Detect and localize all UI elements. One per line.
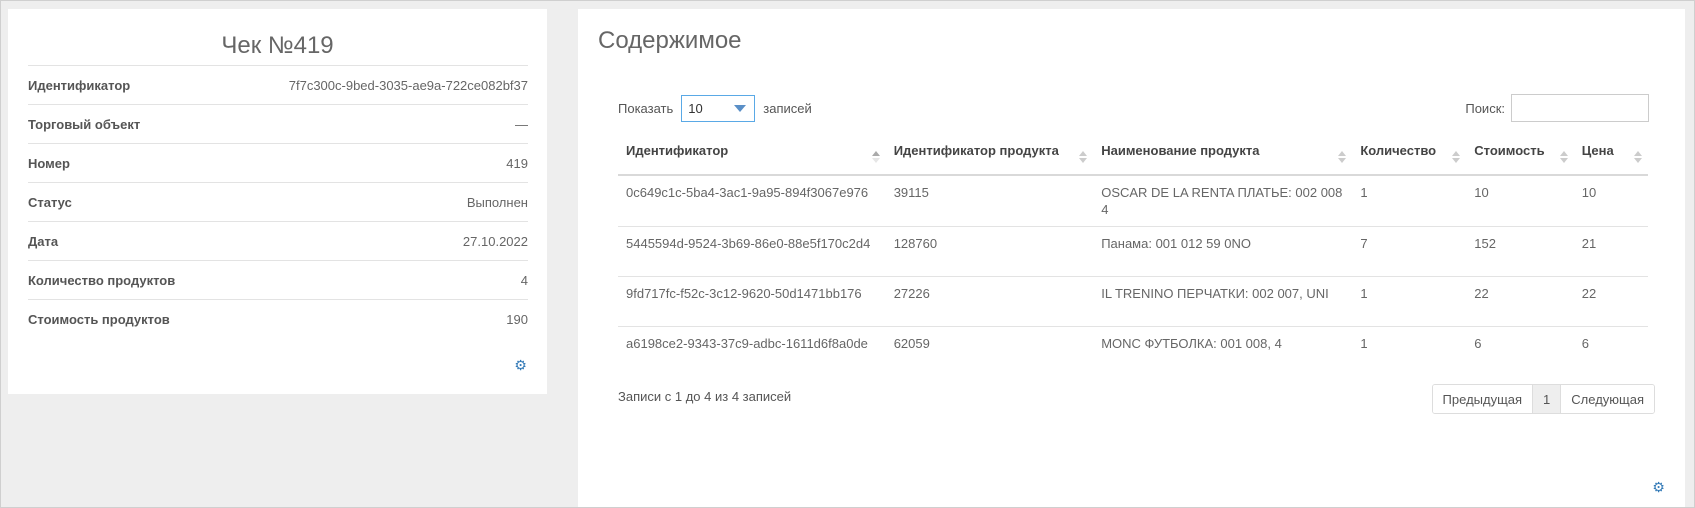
property-value: 27.10.2022 <box>462 233 528 249</box>
column-header-label: Идентификатор <box>626 143 729 158</box>
table-row: 9fd717fc-f52c-3c12-9620-50d1471bb176 272… <box>618 276 1648 327</box>
cell-id: a6198ce2-9343-37c9-adbc-1611d6f8a0de <box>618 326 886 377</box>
next-page-button[interactable]: Следующая <box>1561 385 1654 413</box>
property-value: 419 <box>506 155 528 171</box>
column-header-product-id[interactable]: Идентификатор продукта <box>885 137 1094 176</box>
cell-cost: 152 <box>1466 226 1574 277</box>
sort-icon <box>1338 151 1347 163</box>
pagination: Предыдущая 1 Следующая <box>1431 384 1655 414</box>
property-row-number: Номер 419 <box>28 143 528 182</box>
cell-product-name: Панама: 001 012 59 0NO <box>1093 226 1353 277</box>
cell-cost: 6 <box>1466 326 1574 377</box>
table-row: 0c649c1c-5ba4-3ac1-9a95-894f3067e976 391… <box>618 175 1648 227</box>
property-value: — <box>515 116 528 132</box>
cell-cost: 22 <box>1466 276 1574 327</box>
receipt-properties: Идентификатор 7f7c300c-9bed-3035-ae9a-72… <box>28 65 528 338</box>
cell-quantity: 1 <box>1352 276 1467 327</box>
sort-icon <box>871 151 880 163</box>
prev-page-button[interactable]: Предыдущая <box>1432 385 1533 413</box>
column-header-product-name[interactable]: Наименование продукта <box>1093 137 1353 176</box>
column-header-label: Цена <box>1581 143 1614 158</box>
column-header-price[interactable]: Цена <box>1573 137 1648 176</box>
property-label: Дата <box>28 233 59 249</box>
page-length-value: 10 <box>688 101 703 116</box>
show-label: Показать <box>618 101 674 116</box>
cell-product-id: 62059 <box>885 326 1094 377</box>
property-label: Статус <box>28 194 72 210</box>
cell-price: 6 <box>1573 326 1648 377</box>
cell-price: 10 <box>1581 185 1597 200</box>
property-label: Идентификатор <box>28 77 131 93</box>
cell-product-name: OSCAR DE LA RENTA ПЛАТЬЕ: 002 008 4 <box>1101 185 1343 217</box>
column-header-label: Наименование продукта <box>1101 143 1260 158</box>
property-row-product-count: Количество продуктов 4 <box>28 260 528 299</box>
chevron-down-icon <box>734 105 747 112</box>
section-title: Содержимое <box>598 27 742 54</box>
cell-cost: 10 <box>1474 185 1489 200</box>
property-row-id: Идентификатор 7f7c300c-9bed-3035-ae9a-72… <box>28 65 528 104</box>
cell-id: 5445594d-9524-3b69-86e0-88e5f170c2d4 <box>618 226 886 277</box>
receipt-card: Чек №419 Идентификатор 7f7c300c-9bed-303… <box>8 9 547 394</box>
property-label: Количество продуктов <box>28 272 176 288</box>
page-length-control: Показать 10 записей <box>618 95 812 122</box>
cell-quantity: 1 <box>1360 185 1368 200</box>
page-1-button[interactable]: 1 <box>1532 385 1562 413</box>
cell-product-id: 27226 <box>885 276 1094 327</box>
cell-price: 21 <box>1573 226 1648 277</box>
property-label: Стоимость продуктов <box>28 311 170 327</box>
sort-icon <box>1559 151 1568 163</box>
column-header-label: Стоимость <box>1474 143 1545 158</box>
column-header-cost[interactable]: Стоимость <box>1466 137 1574 176</box>
property-value: 4 <box>520 272 528 288</box>
cell-id: 9fd717fc-f52c-3c12-9620-50d1471bb176 <box>618 276 886 327</box>
receipt-title: Чек №419 <box>221 32 334 59</box>
column-header-quantity[interactable]: Количество <box>1352 137 1467 176</box>
table-row: 5445594d-9524-3b69-86e0-88e5f170c2d4 128… <box>618 226 1648 277</box>
column-header-label: Идентификатор продукта <box>893 143 1059 158</box>
property-value: 190 <box>506 311 528 327</box>
gear-icon[interactable]: ⚙ <box>514 358 527 372</box>
search-control: Поиск: <box>1465 94 1649 122</box>
property-label: Торговый объект <box>28 116 141 132</box>
property-label: Номер <box>28 155 70 171</box>
cell-product-id: 128760 <box>885 226 1094 277</box>
records-label: записей <box>763 101 812 116</box>
cell-product-id: 39115 <box>893 185 929 200</box>
property-row-product-cost: Стоимость продуктов 190 <box>28 299 528 338</box>
property-value: 7f7c300c-9bed-3035-ae9a-722ce082bf37 <box>288 77 528 93</box>
column-header-label: Количество <box>1360 143 1437 158</box>
cell-quantity: 1 <box>1352 326 1467 377</box>
page-length-select[interactable]: 10 <box>681 95 756 122</box>
table-info: Записи с 1 до 4 из 4 записей <box>618 389 792 404</box>
cell-product-name: MONC ФУТБОЛКА: 001 008, 4 <box>1093 326 1353 377</box>
table-header-row: Идентификатор Идентификатор продукта Наи… <box>618 137 1648 176</box>
property-row-date: Дата 27.10.2022 <box>28 221 528 260</box>
search-input[interactable] <box>1511 94 1649 122</box>
app-frame: Чек №419 Идентификатор 7f7c300c-9bed-303… <box>0 0 1695 508</box>
table-row: a6198ce2-9343-37c9-adbc-1611d6f8a0de 620… <box>618 326 1648 377</box>
search-label: Поиск: <box>1465 100 1505 116</box>
contents-card: Содержимое Показать 10 записей Поиск: Ид… <box>578 9 1685 507</box>
contents-table: Идентификатор Идентификатор продукта Наи… <box>618 137 1648 377</box>
cell-id: 0c649c1c-5ba4-3ac1-9a95-894f3067e976 <box>626 185 869 200</box>
cell-product-name: IL TRENINO ПЕРЧАТКИ: 002 007, UNI <box>1093 276 1353 327</box>
property-value: Выполнен <box>466 194 528 210</box>
sort-icon <box>1079 151 1088 163</box>
cell-price: 22 <box>1573 276 1648 327</box>
cell-quantity: 7 <box>1352 226 1467 277</box>
sort-icon <box>1452 151 1461 163</box>
gear-icon[interactable]: ⚙ <box>1652 480 1665 494</box>
sort-icon <box>1634 151 1642 163</box>
column-header-id[interactable]: Идентификатор <box>618 137 886 176</box>
property-row-store: Торговый объект — <box>28 104 528 143</box>
property-row-status: Статус Выполнен <box>28 182 528 221</box>
